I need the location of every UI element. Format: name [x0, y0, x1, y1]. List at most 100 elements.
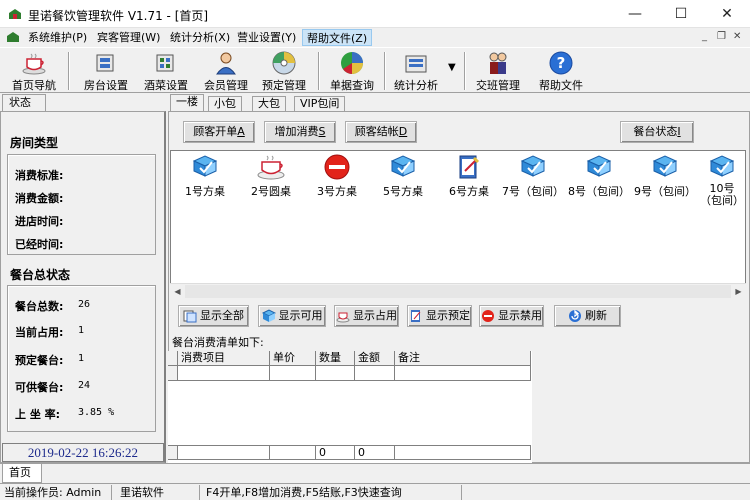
toolbar-separator [384, 52, 386, 90]
close-button[interactable]: ✕ [704, 0, 750, 28]
app-icon [9, 9, 21, 19]
add-consumption-button[interactable]: 增加消费S [264, 121, 336, 143]
maximize-button[interactable]: ☐ [658, 0, 704, 28]
grid-cell[interactable] [395, 366, 531, 381]
filter-label: 刷新 [585, 309, 607, 322]
reservation-cd-icon [272, 51, 296, 75]
add-consumption-label: 增加消费 [274, 125, 319, 138]
people-icon [489, 52, 507, 74]
title-bar: 里诺餐饮管理软件 V1.71 - [首页] — ☐ ✕ [0, 0, 750, 28]
minimize-button[interactable]: — [612, 0, 658, 28]
no-entry-icon [324, 154, 350, 180]
room-setup-button[interactable]: 房台设置 [76, 50, 136, 92]
table-item-5[interactable]: 5号方桌 [371, 151, 435, 209]
table-available-icon [520, 155, 546, 177]
table-item-6[interactable]: 6号方桌 [437, 151, 501, 209]
document-tabs: 首页 [0, 463, 750, 483]
statistics-dropdown-icon[interactable]: ▼ [448, 62, 456, 73]
toolbar-label: 预定管理 [262, 79, 306, 92]
grid-cell[interactable] [178, 366, 270, 381]
reservation-button[interactable]: 预定管理 [254, 50, 314, 92]
menu-help[interactable]: 帮助文件(Z) [302, 29, 373, 46]
mdi-close-button[interactable]: ✕ [733, 31, 741, 42]
table-item-7[interactable]: 7号（包间） [501, 151, 565, 209]
status-operator: 当前操作员: Admin [0, 485, 112, 500]
shift-button[interactable]: 交班管理 [468, 50, 528, 92]
show-all-button[interactable]: 显示全部 [178, 305, 249, 327]
mdi-minimize-button[interactable]: _ [702, 31, 707, 42]
filter-label: 显示全部 [200, 309, 244, 322]
toolbar-separator [68, 52, 70, 90]
menu-statistics[interactable]: 统计分析(X) [166, 29, 234, 46]
member-button[interactable]: 会员管理 [196, 50, 256, 92]
show-reserved-icon [411, 310, 421, 322]
row-header [168, 445, 178, 460]
filter-label: 显示预定 [426, 309, 470, 322]
menu-bar: 系统维护(P) 宾客管理(W) 统计分析(X) 营业设置(Y) 帮助文件(Z) … [0, 28, 750, 47]
tab-status[interactable]: 状态 [2, 94, 46, 112]
mdi-restore-button[interactable]: ❐ [717, 31, 726, 42]
tab-vip-room[interactable]: VIP包间 [294, 96, 346, 111]
table-item-1[interactable]: 1号方桌 [173, 151, 237, 209]
table-label: 2号圆桌 [251, 185, 291, 198]
grid-cell[interactable] [270, 366, 316, 381]
col-amount: 金额 [355, 351, 395, 366]
menu-guest[interactable]: 宾客管理(W) [93, 29, 164, 46]
table-item-8[interactable]: 8号（包间） [567, 151, 631, 209]
help-button[interactable]: ? 帮助文件 [530, 50, 592, 92]
grid-cell[interactable] [355, 366, 395, 381]
checkout-hotkey: D [398, 125, 408, 138]
show-all-icon [183, 310, 197, 323]
mdi-app-icon [7, 32, 19, 42]
dish-setup-icon [156, 54, 174, 72]
refresh-button[interactable]: 刷新 [554, 305, 621, 327]
statistics-button[interactable]: 统计分析 [388, 50, 444, 92]
tab-large-room[interactable]: 大包 [252, 96, 286, 111]
scroll-right-icon[interactable]: ▶ [731, 284, 746, 299]
show-available-button[interactable]: 显示可用 [258, 305, 326, 327]
filter-label: 显示禁用 [498, 309, 542, 322]
table-item-2[interactable]: 2号圆桌 [239, 151, 303, 209]
floor-tabs: 一楼 小包 大包 VIP包间 [170, 94, 750, 111]
table-available-icon [192, 155, 218, 177]
tab-home[interactable]: 首页 [2, 464, 42, 483]
menu-business[interactable]: 营业设置(Y) [233, 29, 300, 46]
show-occupied-button[interactable]: 显示占用 [334, 305, 399, 327]
scroll-left-icon[interactable]: ◀ [170, 284, 185, 299]
tab-first-floor[interactable]: 一楼 [170, 94, 204, 111]
filter-label: 显示占用 [353, 309, 397, 322]
menu-system[interactable]: 系统维护(P) [24, 29, 91, 46]
horizontal-scrollbar[interactable]: ◀ ▶ [170, 283, 746, 298]
table-item-3[interactable]: 3号方桌 [305, 151, 369, 209]
table-available-icon [390, 155, 416, 177]
home-nav-button[interactable]: 首页导航 [4, 50, 64, 92]
table-label: 6号方桌 [449, 185, 489, 198]
table-label: 3号方桌 [317, 185, 357, 198]
table-label: 5号方桌 [383, 185, 423, 198]
table-item-9[interactable]: 9号（包间） [633, 151, 697, 209]
col-remark: 备注 [395, 351, 531, 366]
bill-grid: 消费项目 单价 数量 金额 备注 0 0 [168, 351, 532, 463]
table-status-button[interactable]: 餐台状态I [620, 121, 694, 143]
bill-query-button[interactable]: 单据查询 [322, 50, 382, 92]
toolbar-label: 帮助文件 [539, 79, 583, 92]
checkout-button[interactable]: 顾客结帐D [345, 121, 417, 143]
left-tabs: 状态 [0, 94, 166, 112]
grid-corner [168, 351, 178, 366]
show-reserved-button[interactable]: 显示预定 [407, 305, 472, 327]
tab-small-room[interactable]: 小包 [208, 96, 242, 111]
overall-status-title: 餐台总状态 [10, 268, 71, 282]
reserved-value: 1 [78, 353, 85, 364]
pie-chart-icon [341, 52, 363, 74]
consumption-amount-label: 消费金额: [15, 192, 64, 205]
grid-cell[interactable] [316, 366, 355, 381]
table-available-icon [586, 155, 612, 177]
scroll-track[interactable] [185, 285, 731, 298]
show-disabled-button[interactable]: 显示禁用 [479, 305, 544, 327]
dish-setup-button[interactable]: 酒菜设置 [136, 50, 196, 92]
table-item-10[interactable]: 10号（包间） [699, 151, 745, 209]
open-bill-button[interactable]: 顾客开单A [183, 121, 255, 143]
help-icon: ? [549, 51, 573, 75]
teacup-icon [257, 155, 285, 180]
table-available-icon [709, 155, 735, 177]
